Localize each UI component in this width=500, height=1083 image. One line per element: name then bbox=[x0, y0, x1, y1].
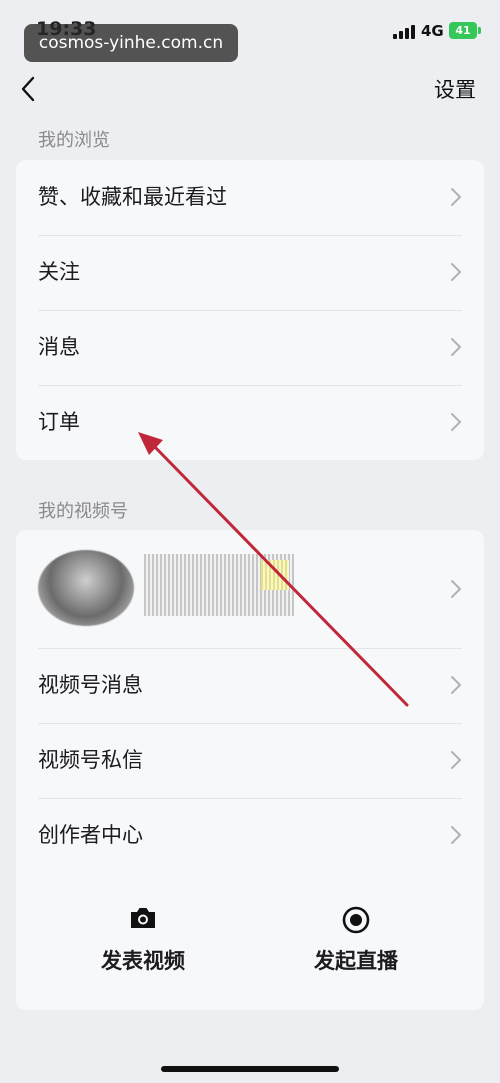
back-chevron-icon bbox=[21, 76, 35, 102]
section-title-channels: 我的视频号 bbox=[38, 501, 128, 522]
chevron-right-icon bbox=[451, 826, 462, 844]
network-label: 4G bbox=[421, 22, 444, 40]
list-item-label: 视频号私信 bbox=[38, 748, 143, 772]
list-item-orders[interactable]: 订单 bbox=[16, 385, 484, 460]
chevron-right-icon bbox=[451, 751, 462, 769]
list-item-messages[interactable]: 消息 bbox=[16, 310, 484, 385]
list-item-label: 赞、收藏和最近看过 bbox=[38, 185, 227, 209]
chevron-right-icon bbox=[451, 580, 462, 598]
avatar bbox=[38, 550, 134, 626]
camera-icon bbox=[131, 908, 155, 928]
channel-badge-redacted bbox=[261, 560, 289, 590]
list-item-channel-messages[interactable]: 视频号消息 bbox=[16, 648, 484, 723]
watermark: cosmos-yinhe.com.cn bbox=[24, 24, 238, 62]
list-item-creator-center[interactable]: 创作者中心 bbox=[16, 798, 484, 873]
live-record-icon bbox=[342, 906, 370, 934]
list-item-label: 订单 bbox=[38, 410, 80, 434]
post-video-label: 发表视频 bbox=[101, 949, 185, 973]
section-title-browse: 我的浏览 bbox=[38, 130, 110, 151]
channel-profile-row[interactable] bbox=[16, 530, 484, 648]
go-live-button[interactable]: 发起直播 bbox=[266, 905, 446, 985]
home-indicator[interactable] bbox=[161, 1066, 339, 1072]
chevron-right-icon bbox=[451, 263, 462, 281]
chevron-right-icon bbox=[451, 188, 462, 206]
list-item-channel-direct-messages[interactable]: 视频号私信 bbox=[16, 723, 484, 798]
chevron-right-icon bbox=[451, 413, 462, 431]
list-item-following[interactable]: 关注 bbox=[16, 235, 484, 310]
browse-card: 赞、收藏和最近看过 关注 消息 订单 bbox=[16, 160, 484, 460]
list-item-label: 消息 bbox=[38, 335, 80, 359]
post-video-button[interactable]: 发表视频 bbox=[53, 905, 233, 985]
list-item-likes-favorites-recent[interactable]: 赞、收藏和最近看过 bbox=[16, 160, 484, 235]
battery-icon: 41 bbox=[449, 22, 481, 39]
list-item-label: 关注 bbox=[38, 260, 80, 284]
list-item-label: 创作者中心 bbox=[38, 823, 143, 847]
chevron-right-icon bbox=[451, 676, 462, 694]
settings-link[interactable]: 设置 bbox=[434, 74, 476, 104]
back-button[interactable] bbox=[18, 72, 42, 106]
go-live-label: 发起直播 bbox=[314, 949, 398, 973]
list-item-label: 视频号消息 bbox=[38, 673, 143, 697]
chevron-right-icon bbox=[451, 338, 462, 356]
signal-icon bbox=[393, 25, 415, 39]
